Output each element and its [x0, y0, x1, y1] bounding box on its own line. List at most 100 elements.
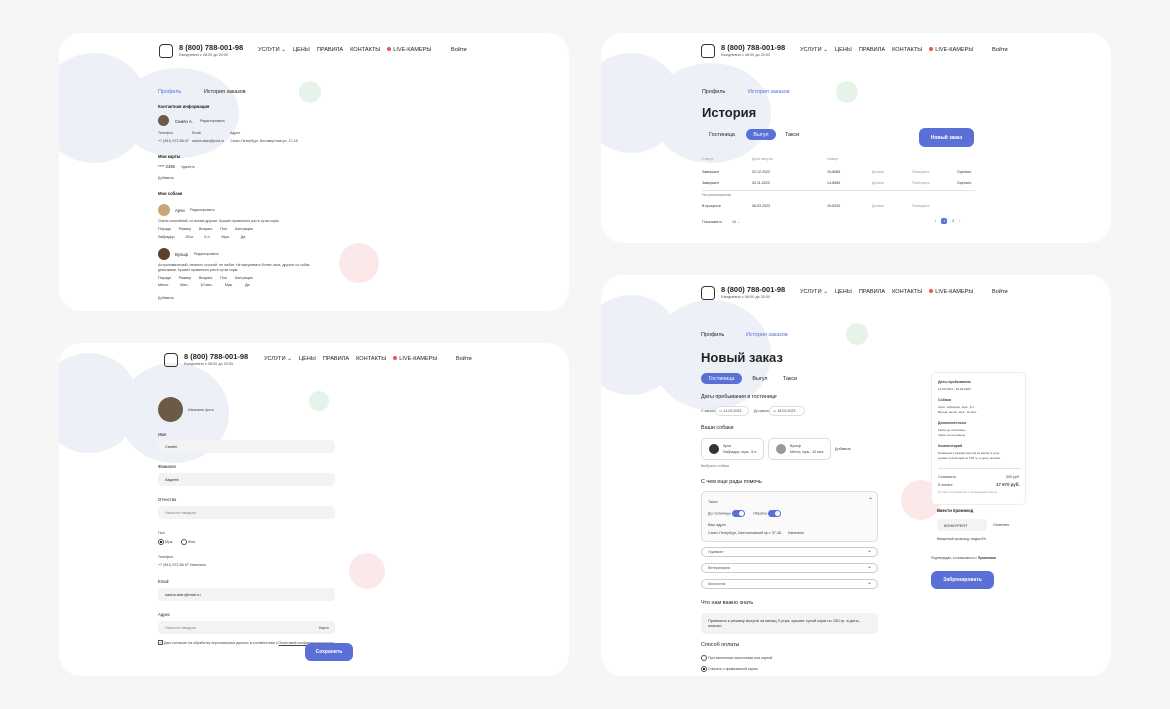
- address-input[interactable]: Начните вводить: [158, 621, 335, 634]
- dog-card-archie[interactable]: Арчи Лабрадор, муж., 5 л.: [701, 438, 764, 460]
- add-dog[interactable]: Добавить: [835, 447, 851, 451]
- change-address[interactable]: Изменить: [788, 531, 804, 535]
- repeat-link[interactable]: Повторить: [912, 181, 957, 185]
- login-link[interactable]: Войти: [992, 289, 1008, 295]
- type-taxi[interactable]: Такси: [777, 373, 803, 384]
- nav-services[interactable]: УСЛУГИ ⌄: [800, 47, 828, 53]
- nav-live[interactable]: LIVE-КАМЕРЫ: [929, 289, 973, 295]
- pay-cash[interactable]: При заселении наличными или картой: [701, 655, 772, 661]
- promo-input[interactable]: КОНКУРЕНТ: [937, 519, 987, 531]
- nav-contacts[interactable]: КОНТАКТЫ: [892, 289, 922, 295]
- nav-contacts[interactable]: КОНТАКТЫ: [892, 47, 922, 53]
- edit-link[interactable]: Редактировать: [200, 119, 225, 123]
- patronymic-input[interactable]: Начните вводить: [158, 506, 335, 519]
- nav-services[interactable]: УСЛУГИ ⌄: [800, 289, 828, 295]
- live-dot-icon: [929, 47, 934, 51]
- page-button[interactable]: 2: [952, 219, 954, 223]
- rules-link[interactable]: Правилами: [978, 556, 996, 560]
- surname-input[interactable]: Авдеев: [158, 473, 335, 486]
- profile-card: 8 (800) 788-001-98 Ежедневно с 08:00 до 2…: [59, 33, 569, 311]
- dog2-edit[interactable]: Редактировать: [194, 252, 219, 256]
- card-delete[interactable]: Удалить: [181, 165, 195, 169]
- add-card[interactable]: Добавить: [158, 176, 174, 180]
- phone[interactable]: 8 (800) 788-001-98: [721, 285, 785, 294]
- tab-profile[interactable]: Профиль: [702, 89, 725, 95]
- type-walk[interactable]: Выгул: [746, 129, 776, 140]
- dog-card-wolf[interactable]: Вульф Метис, муж., 10 мес.: [768, 438, 831, 460]
- to-date-input[interactable]: ▭ 18.03.2023: [769, 406, 805, 416]
- tab-history[interactable]: История заказов: [748, 89, 790, 95]
- toggle-to-hotel[interactable]: До гостиницы: [708, 510, 745, 517]
- nav-live[interactable]: LIVE-КАМЕРЫ: [929, 47, 973, 53]
- sex-female[interactable]: Жен.: [181, 539, 196, 545]
- login-link[interactable]: Войти: [456, 356, 472, 362]
- nav-prices[interactable]: ЦЕНЫ: [299, 356, 316, 362]
- prev-page-icon[interactable]: ‹: [935, 219, 936, 223]
- rate-link[interactable]: Оценить: [957, 170, 971, 174]
- details-link[interactable]: Детали: [872, 204, 912, 208]
- chevron-up-icon[interactable]: ⌃: [868, 497, 873, 504]
- nav-rules[interactable]: ПРАВИЛА: [317, 47, 343, 53]
- nav-prices[interactable]: ЦЕНЫ: [835, 47, 852, 53]
- tab-profile[interactable]: Профиль: [701, 332, 724, 338]
- type-taxi[interactable]: Такси: [780, 129, 804, 140]
- nav-live[interactable]: LIVE-КАМЕРЫ: [393, 356, 437, 362]
- know-textarea[interactable]: Привыкли к режиму выгула за месяц 3 утра…: [701, 613, 878, 634]
- nav-rules[interactable]: ПРАВИЛА: [859, 47, 885, 53]
- name-input[interactable]: Семён: [158, 440, 335, 453]
- details-link[interactable]: Детали: [872, 181, 912, 185]
- per-page-select[interactable]: 10 ⌄: [732, 220, 740, 224]
- type-hotel[interactable]: Гостиница: [702, 129, 742, 140]
- new-order-button[interactable]: Новый заказ: [919, 128, 974, 147]
- promo-cancel[interactable]: Отменить: [993, 523, 1009, 527]
- nav-contacts[interactable]: КОНТАКТЫ: [356, 356, 386, 362]
- nav-services[interactable]: УСЛУГИ ⌄: [258, 47, 286, 53]
- dog-avatar: [776, 444, 786, 454]
- grooming-select[interactable]: Грумминг: [701, 547, 878, 557]
- vet-select[interactable]: Ветеринария: [701, 563, 878, 573]
- pay-card[interactable]: Списать с привязанной карты: [701, 666, 758, 672]
- nav-services[interactable]: УСЛУГИ ⌄: [264, 356, 292, 362]
- sex-male[interactable]: Муж.: [158, 539, 173, 545]
- login-link[interactable]: Войти: [992, 47, 1008, 53]
- nav-prices[interactable]: ЦЕНЫ: [293, 47, 310, 53]
- page-button[interactable]: 1: [941, 218, 948, 224]
- nav-contacts[interactable]: КОНТАКТЫ: [350, 47, 380, 53]
- header-brand[interactable]: 8 (800) 788-001-98 Ежедневно с 08:00 до 2…: [701, 43, 785, 58]
- type-hotel[interactable]: Гостиница: [701, 373, 742, 384]
- new-order-card: 8 (800) 788-001-98 Ежедневно с 08:00 до 2…: [601, 275, 1111, 676]
- dog1-edit[interactable]: Редактировать: [190, 208, 215, 212]
- cynology-select[interactable]: Кинология: [701, 579, 878, 589]
- header-brand[interactable]: 8 (800) 788-001-98 Ежедневно с 08:00 до 2…: [159, 43, 243, 58]
- nav-rules[interactable]: ПРАВИЛА: [859, 289, 885, 295]
- details-link[interactable]: Детали: [872, 170, 912, 174]
- login-link[interactable]: Войти: [451, 47, 467, 53]
- nav-live[interactable]: LIVE-КАМЕРЫ: [387, 47, 431, 53]
- tab-profile[interactable]: Профиль: [158, 89, 181, 95]
- nav-rules[interactable]: ПРАВИЛА: [323, 356, 349, 362]
- change-phone[interactable]: Изменить: [190, 563, 206, 567]
- next-page-icon[interactable]: ›: [959, 219, 960, 223]
- nav-prices[interactable]: ЦЕНЫ: [835, 289, 852, 295]
- phone[interactable]: 8 (800) 788-001-98: [179, 43, 243, 52]
- type-walk[interactable]: Выгул: [746, 373, 774, 384]
- repeat-link[interactable]: Повторить: [912, 170, 957, 174]
- add-dog[interactable]: Добавить: [158, 296, 174, 300]
- header-brand[interactable]: 8 (800) 788-001-98 Ежедневно с 08:00 до 2…: [164, 352, 248, 367]
- cell: 14-8589: [827, 181, 841, 185]
- rate-link[interactable]: Оценить: [957, 181, 971, 185]
- from-date-input[interactable]: ▭ 14.03.2023: [715, 406, 749, 416]
- tab-history[interactable]: История заказов: [746, 332, 788, 338]
- book-button[interactable]: Забронировать: [931, 571, 994, 589]
- header-brand[interactable]: 8 (800) 788-001-98 Ежедневно с 08:00 до 2…: [701, 285, 785, 300]
- cell: 19-8085: [827, 170, 841, 174]
- tab-history[interactable]: История заказов: [204, 89, 246, 95]
- change-photo[interactable]: Изменить фото: [188, 408, 214, 412]
- toggle-back[interactable]: Обратно: [753, 510, 782, 517]
- phone[interactable]: 8 (800) 788-001-98: [721, 43, 785, 52]
- phone[interactable]: 8 (800) 788-001-98: [184, 352, 248, 361]
- repeat-link[interactable]: Повторить: [912, 204, 957, 208]
- email-input[interactable]: sasha.atan@mail.ru: [158, 588, 335, 601]
- map-link[interactable]: Карта: [319, 626, 329, 630]
- save-button[interactable]: Сохранить: [305, 643, 353, 661]
